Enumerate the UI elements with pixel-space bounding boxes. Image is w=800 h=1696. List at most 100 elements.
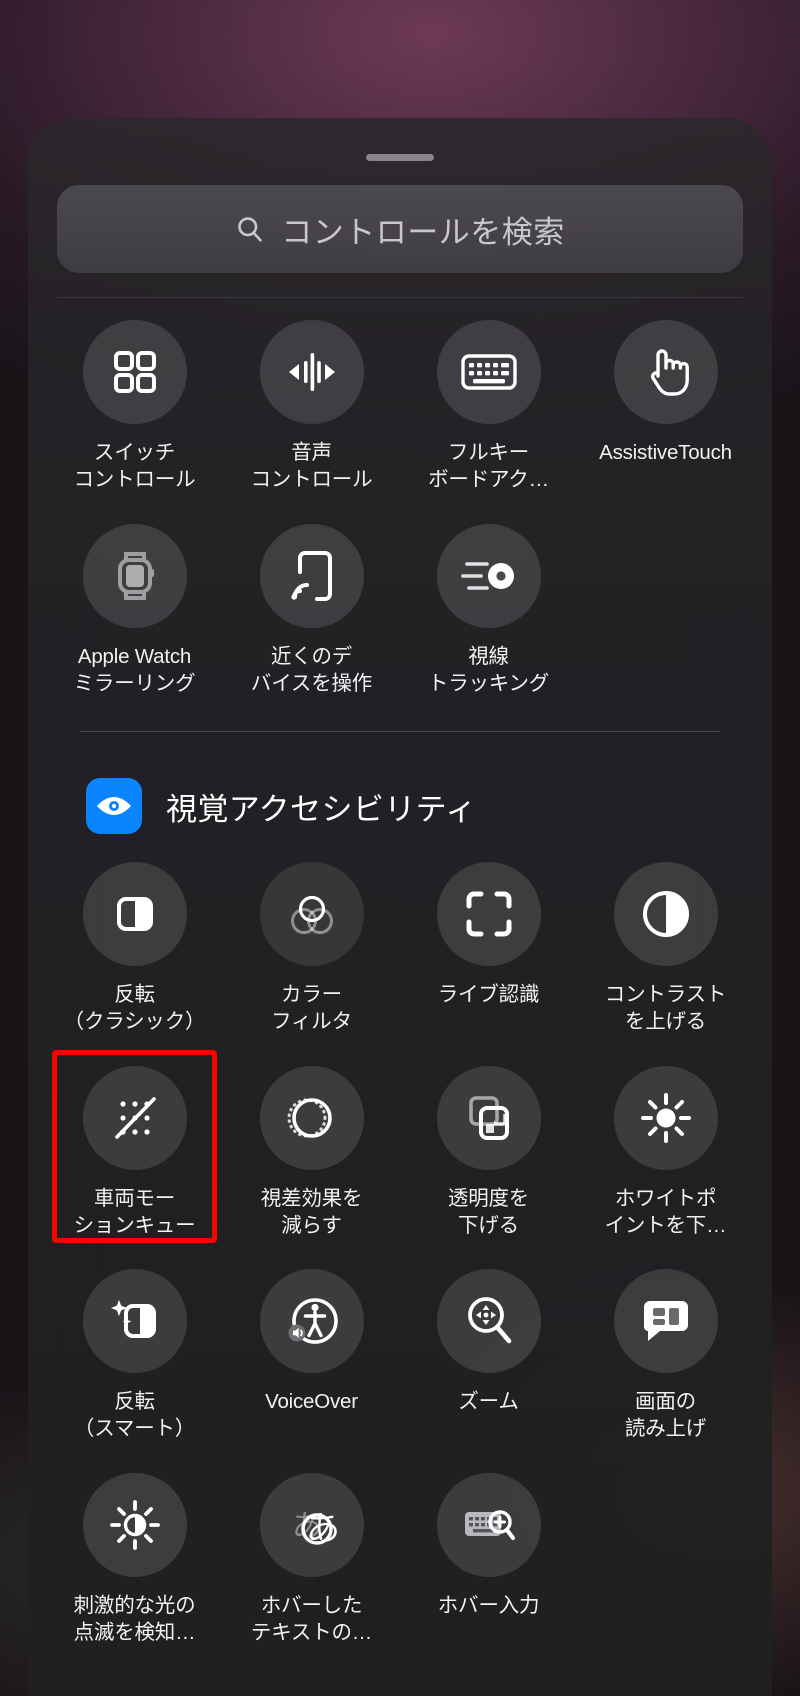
control-label: ホバーした テキストの… — [250, 1593, 373, 1644]
control-tile-flashing-lights[interactable]: 刺激的な光の 点滅を検知… — [46, 1451, 223, 1647]
control-bubble — [613, 862, 718, 966]
control-bubble — [436, 320, 541, 424]
control-bubble — [82, 862, 187, 966]
control-bubble — [436, 1472, 541, 1577]
control-label: 車両モー ションキュー — [73, 1186, 196, 1237]
control-bubble — [82, 1065, 187, 1170]
color-filters-icon — [290, 895, 333, 934]
control-tile-voice-control[interactable]: 音声 コントロール — [223, 298, 400, 494]
control-label: 近くのデ バイスを操作 — [250, 644, 373, 695]
grid-spacer — [577, 502, 754, 698]
control-center-sheet: コントロールを検索 スイッチ コントロール 音声 コントロール フルキー ボード… — [28, 118, 772, 1696]
keyboard-icon — [460, 354, 517, 390]
control-label: 刺激的な光の 点滅を検知… — [73, 1593, 196, 1644]
hover-typing-icon — [464, 1509, 515, 1540]
control-tile-voiceover[interactable]: VoiceOver — [223, 1247, 400, 1443]
control-tile-smart-invert[interactable]: 反転 （スマート） — [46, 1247, 223, 1443]
control-label: 視差効果を 減らす — [260, 1186, 363, 1237]
control-tile-reduce-white-point[interactable]: ホワイトポ イントを下… — [577, 1044, 754, 1240]
control-bubble — [259, 1269, 364, 1373]
eye-tracking-icon — [460, 561, 514, 590]
control-bubble — [259, 523, 364, 628]
accessibility-controls-grid: スイッチ コントロール 音声 コントロール フルキー ボードアク… Assist… — [28, 298, 772, 697]
increase-contrast-icon — [642, 891, 689, 937]
control-label: ライブ認識 — [437, 983, 540, 1006]
control-tile-reduce-motion[interactable]: 視差効果を 減らす — [223, 1044, 400, 1240]
control-tile-invert-classic[interactable]: 反転 （クラシック） — [46, 840, 223, 1036]
control-tile-hover-typing[interactable]: ホバー入力 — [400, 1451, 577, 1647]
vehicle-motion-cues-icon — [114, 1096, 156, 1139]
voice-control-waveform-icon — [288, 353, 335, 391]
grid-spacer — [577, 1451, 754, 1647]
reduce-transparency-icon — [468, 1095, 509, 1140]
control-label: 透明度を 下げる — [447, 1186, 530, 1237]
control-label: VoiceOver — [265, 1390, 358, 1413]
reduce-white-point-sun-icon — [640, 1092, 691, 1143]
switch-control-grid-icon — [113, 351, 156, 393]
speak-screen-icon — [643, 1301, 688, 1341]
hover-text-icon: あ あ — [292, 1509, 338, 1549]
reduce-motion-icon — [286, 1097, 332, 1138]
control-label: スイッチ コントロール — [73, 441, 196, 492]
control-tile-speak-screen[interactable]: 画面の 読み上げ — [577, 1247, 754, 1443]
apple-watch-icon — [117, 551, 154, 600]
control-tile-increase-contrast[interactable]: コントラスト を上げる — [577, 840, 754, 1036]
control-bubble — [82, 1472, 187, 1577]
smart-invert-icon — [110, 1300, 156, 1338]
control-tile-live-recognition[interactable]: ライブ認識 — [400, 840, 577, 1036]
control-bubble — [436, 862, 541, 966]
invert-classic-icon — [116, 897, 153, 931]
control-label: カラー フィルタ — [271, 983, 352, 1034]
flashing-lights-icon — [109, 1499, 160, 1550]
control-label: Apple Watch ミラーリング — [73, 644, 196, 695]
control-tile-full-keyboard-access[interactable]: フルキー ボードアク… — [400, 298, 577, 494]
control-label: 視線 トラッキング — [427, 644, 550, 695]
eye-icon — [86, 778, 142, 834]
control-bubble — [436, 523, 541, 628]
control-tile-eye-tracking[interactable]: 視線 トラッキング — [400, 502, 577, 698]
vision-controls-grid: 反転 （クラシック） カラー フィルタ ライブ認識 コントラスト を上げる 車両… — [28, 834, 772, 1646]
control-label: ズーム — [458, 1390, 519, 1413]
nearby-device-control-icon — [290, 550, 332, 601]
control-tile-hover-text[interactable]: あ あ ホバーした テキストの… — [223, 1451, 400, 1647]
control-label: 音声 コントロール — [250, 441, 373, 492]
control-tile-apple-watch-mirroring[interactable]: Apple Watch ミラーリング — [46, 502, 223, 698]
control-label: ホワイトポ イントを下… — [604, 1186, 727, 1237]
control-tile-nearby-device-control[interactable]: 近くのデ バイスを操作 — [223, 502, 400, 698]
control-label: コントラスト を上げる — [604, 983, 727, 1034]
control-tile-switch-control[interactable]: スイッチ コントロール — [46, 298, 223, 494]
sheet-grab-handle[interactable] — [366, 154, 434, 161]
control-bubble — [613, 1269, 718, 1373]
control-bubble — [82, 320, 187, 424]
control-label: AssistiveTouch — [599, 441, 732, 464]
vision-section-header: 視覚アクセシビリティ — [28, 732, 772, 834]
control-tile-assistivetouch[interactable]: AssistiveTouch — [577, 298, 754, 494]
search-placeholder-text: コントロールを検索 — [281, 214, 565, 250]
search-input[interactable]: コントロールを検索 — [57, 185, 743, 273]
control-bubble — [259, 862, 364, 966]
control-bubble — [82, 1269, 187, 1373]
control-tile-vehicle-motion-cues[interactable]: 車両モー ションキュー — [46, 1044, 223, 1243]
control-label: 画面の 読み上げ — [624, 1390, 707, 1441]
zoom-magnifier-icon — [467, 1297, 511, 1344]
pointing-hand-icon — [650, 349, 689, 396]
live-recognition-brackets-icon — [466, 891, 511, 937]
control-label: ホバー入力 — [437, 1593, 540, 1617]
control-bubble — [613, 1065, 718, 1170]
control-bubble: あ あ — [259, 1472, 364, 1577]
control-label: 反転 （スマート） — [73, 1390, 196, 1441]
voiceover-icon — [288, 1298, 338, 1344]
control-bubble — [436, 1065, 541, 1170]
control-bubble — [259, 320, 364, 424]
control-tile-reduce-transparency[interactable]: 透明度を 下げる — [400, 1044, 577, 1240]
control-label: 反転 （クラシック） — [63, 983, 206, 1034]
control-tile-color-filters[interactable]: カラー フィルタ — [223, 840, 400, 1036]
vision-section-title: 視覚アクセシビリティ — [166, 791, 477, 827]
control-bubble — [436, 1269, 541, 1373]
search-icon — [238, 217, 263, 242]
control-label: フルキー ボードアク… — [428, 441, 549, 492]
control-bubble — [613, 320, 718, 424]
control-tile-zoom[interactable]: ズーム — [400, 1247, 577, 1443]
control-bubble — [259, 1065, 364, 1170]
control-bubble — [82, 523, 187, 628]
